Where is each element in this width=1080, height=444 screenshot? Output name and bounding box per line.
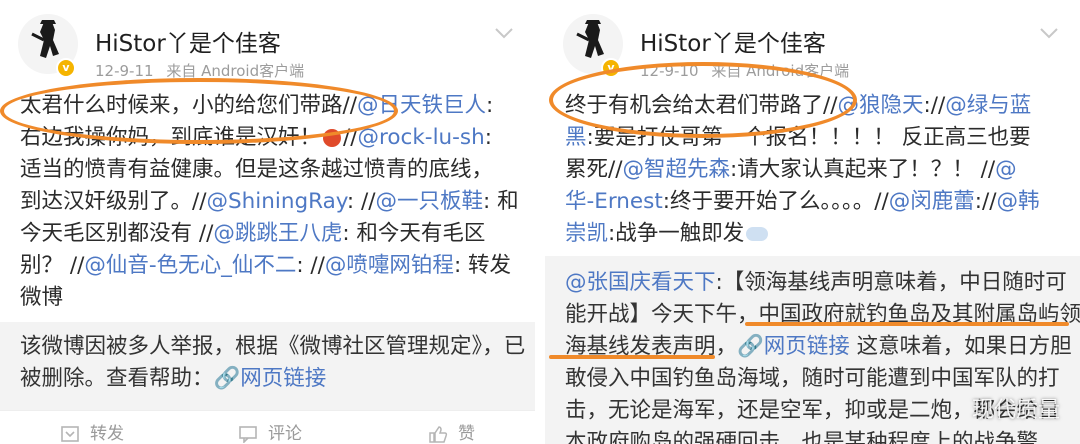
action-bar: 转发 评论 赞: [0, 410, 535, 444]
mention-link[interactable]: @韩: [997, 189, 1040, 214]
mention-link[interactable]: 崇凯: [565, 221, 608, 246]
retweet-text: 该微博因被多人举报，根据《微博社区管理规定》，已 被删除。查看帮助：🔗网页链接: [20, 330, 525, 394]
text-segment: :战争一触即发: [608, 221, 745, 246]
text-segment: 微博: [20, 285, 64, 310]
text-segment: :: [484, 125, 493, 150]
text-segment: 太君什么时候来，小的给您们带路//: [20, 93, 357, 118]
retweet-box[interactable]: 该微博因被多人举报，根据《微博社区管理规定》，已 被删除。查看帮助：🔗网页链接: [0, 322, 535, 410]
text-segment: :【领海基线声明意味着，中日随时可: [715, 270, 1067, 295]
text-line: @张国庆看天下:【领海基线声明意味着，中日随时可: [565, 266, 1067, 298]
mention-link[interactable]: @一只板鞋: [376, 189, 484, 214]
mention-link[interactable]: @绿与蓝: [945, 93, 1031, 118]
mention-link[interactable]: @喷嚏网铂程: [325, 253, 454, 278]
repost-icon: [61, 426, 79, 442]
mention-link[interactable]: @狼隐天: [838, 93, 924, 118]
text-line: 累死//@智超先森:请大家认真起来了！？！ //@: [565, 154, 1066, 186]
text-segment: : //: [296, 253, 325, 278]
panel-divider: [535, 0, 545, 444]
text-segment: 今天毛区别都没有 //: [20, 221, 214, 246]
post-meta: 12-9-10 来自 Android客户端: [640, 60, 857, 81]
chevron-down-icon[interactable]: [1038, 22, 1060, 44]
text-line: 本政府购岛的强硬回击，也是某种程度上的战争警: [565, 426, 1066, 444]
like-label: 赞: [458, 424, 475, 444]
post-date: 12-9-10: [640, 62, 699, 80]
mention-link[interactable]: 黑: [565, 125, 587, 150]
username[interactable]: HiStor丫是个佳客: [640, 24, 826, 58]
text-segment: 到达汉奸级别了。//: [20, 189, 207, 214]
verified-badge: v: [601, 58, 621, 78]
angry-face-icon: [323, 129, 342, 147]
text-segment: :请大家认真起来了！？！ //: [730, 157, 996, 182]
username[interactable]: HiStor丫是个佳客: [95, 24, 281, 58]
post-meta: 12-9-11 来自 Android客户端: [95, 60, 312, 81]
mention-link[interactable]: @ShiningRay: [207, 189, 347, 214]
mention-link[interactable]: @闵鹿蕾: [889, 189, 975, 214]
mention-link[interactable]: @智超先森: [623, 157, 731, 182]
chevron-down-icon[interactable]: [493, 22, 515, 44]
text-line: 到达汉奸级别了。//@ShiningRay: //@一只板鞋: 和: [20, 186, 521, 218]
repost-label: 转发: [90, 424, 124, 444]
post-source: 来自 Android客户端: [166, 62, 305, 80]
text-segment: ://: [974, 189, 997, 214]
post-body: 太君什么时候来，小的给您们带路//@日天铁巨人: 右边我操你妈，到底谁是汉奸！ //…: [20, 90, 521, 314]
weibo-post-left: v HiStor丫是个佳客 12-9-11 来自 Android客户端 太君什么…: [0, 0, 535, 444]
text-line: 敢侵入中国钓鱼岛海域，随时可能遭到中国军队的打: [565, 362, 1066, 394]
like-button[interactable]: 赞: [428, 419, 475, 444]
mention-link[interactable]: @rock-lu-sh: [358, 125, 485, 150]
highlight-underline: [549, 355, 715, 359]
text-segment: 本政府购岛的强硬回击，也是某种程度上的战争警: [565, 430, 1039, 444]
text-line: 终于有机会给太君们带路了//@狼隐天://@绿与蓝: [565, 90, 1066, 122]
text-segment: 被删除。查看帮助：: [20, 366, 214, 391]
text-line: 崇凯:战争一触即发: [565, 218, 1066, 250]
thumbs-up-icon: [429, 426, 448, 443]
text-segment: : 转发: [453, 253, 512, 278]
text-line: 今天毛区别都没有 //@跳跳王八虎: 和今天有毛区: [20, 218, 521, 250]
text-segment: 右边我操你妈，到底谁是汉奸！: [20, 125, 322, 150]
comment-label: 评论: [268, 424, 302, 444]
text-segment: 这意味着，如果日方胆: [849, 334, 1072, 359]
weibo-post-right: v HiStor丫是个佳客 12-9-10 来自 Android客户端 终于有机…: [545, 0, 1080, 444]
text-segment: 该微博因被多人举报，根据《微博社区管理规定》，已: [20, 334, 526, 359]
mention-link[interactable]: @跳跳王八虎: [213, 221, 342, 246]
post-date: 12-9-11: [95, 62, 154, 80]
post-source: 来自 Android客户端: [711, 62, 850, 80]
text-segment: 终于有机会给太君们带路了//: [565, 93, 838, 118]
text-line: 华-Ernest:终于要开始了么。。。。//@闵鹿蕾://@韩: [565, 186, 1066, 218]
text-line: 太君什么时候来，小的给您们带路//@日天铁巨人:: [20, 90, 521, 122]
text-segment: 别？ //: [20, 253, 85, 278]
text-segment: :: [486, 93, 494, 118]
text-line: 黑:要是打仗哥第一个报名！！！！ 反正高三也要: [565, 122, 1066, 154]
text-segment: : 和: [483, 189, 519, 214]
mention-link[interactable]: @张国庆看天下: [565, 270, 716, 295]
mention-link[interactable]: 华-Ernest: [565, 189, 663, 214]
mention-link[interactable]: @日天铁巨人: [357, 93, 486, 118]
text-segment: :终于要开始了么。。。。//: [662, 189, 889, 214]
verified-badge: v: [56, 58, 76, 78]
text-line: 别？ //@仙音-色无心_仙不二: //@喷嚏网铂程: 转发: [20, 250, 521, 282]
text-line: 该微博因被多人举报，根据《微博社区管理规定》，已: [20, 330, 525, 362]
text-segment: ://: [923, 93, 946, 118]
comment-icon: [239, 426, 257, 443]
text-segment: : //: [346, 189, 376, 214]
text-segment: : 和今天有毛区: [342, 221, 486, 246]
comment-button[interactable]: 评论: [238, 419, 302, 444]
mention-link[interactable]: 🔗网页链接: [214, 366, 327, 391]
text-line: 微博: [20, 282, 521, 314]
text-line: 被删除。查看帮助：🔗网页链接: [20, 362, 521, 394]
text-line: 右边我操你妈，到底谁是汉奸！ //@rock-lu-sh:: [20, 122, 521, 154]
mention-link[interactable]: @: [995, 157, 1017, 182]
post-body: 终于有机会给太君们带路了//@狼隐天://@绿与蓝 黑:要是打仗哥第一个报名！！！…: [565, 90, 1066, 250]
highlight-underline: [745, 322, 1069, 326]
text-segment: 敢侵入中国钓鱼岛海域，随时可能遭到中国军队的打: [565, 366, 1060, 391]
mention-link[interactable]: @仙音-色无心_仙不二: [84, 253, 296, 278]
mention-link[interactable]: 🔗网页链接: [737, 334, 850, 359]
repost-button[interactable]: 转发: [60, 419, 124, 444]
text-segment: 累死//: [565, 157, 623, 182]
watermark: 现代质量: [971, 398, 1060, 423]
cloud-icon: [746, 227, 769, 241]
text-line: 适当的愤青有益健康。但是这条越过愤青的底线，: [20, 154, 521, 186]
text-segment: //: [343, 125, 358, 150]
text-segment: 适当的愤青有益健康。但是这条越过愤青的底线，: [20, 157, 494, 182]
text-segment: :要是打仗哥第一个报名！！！！ 反正高三也要: [586, 125, 1031, 150]
